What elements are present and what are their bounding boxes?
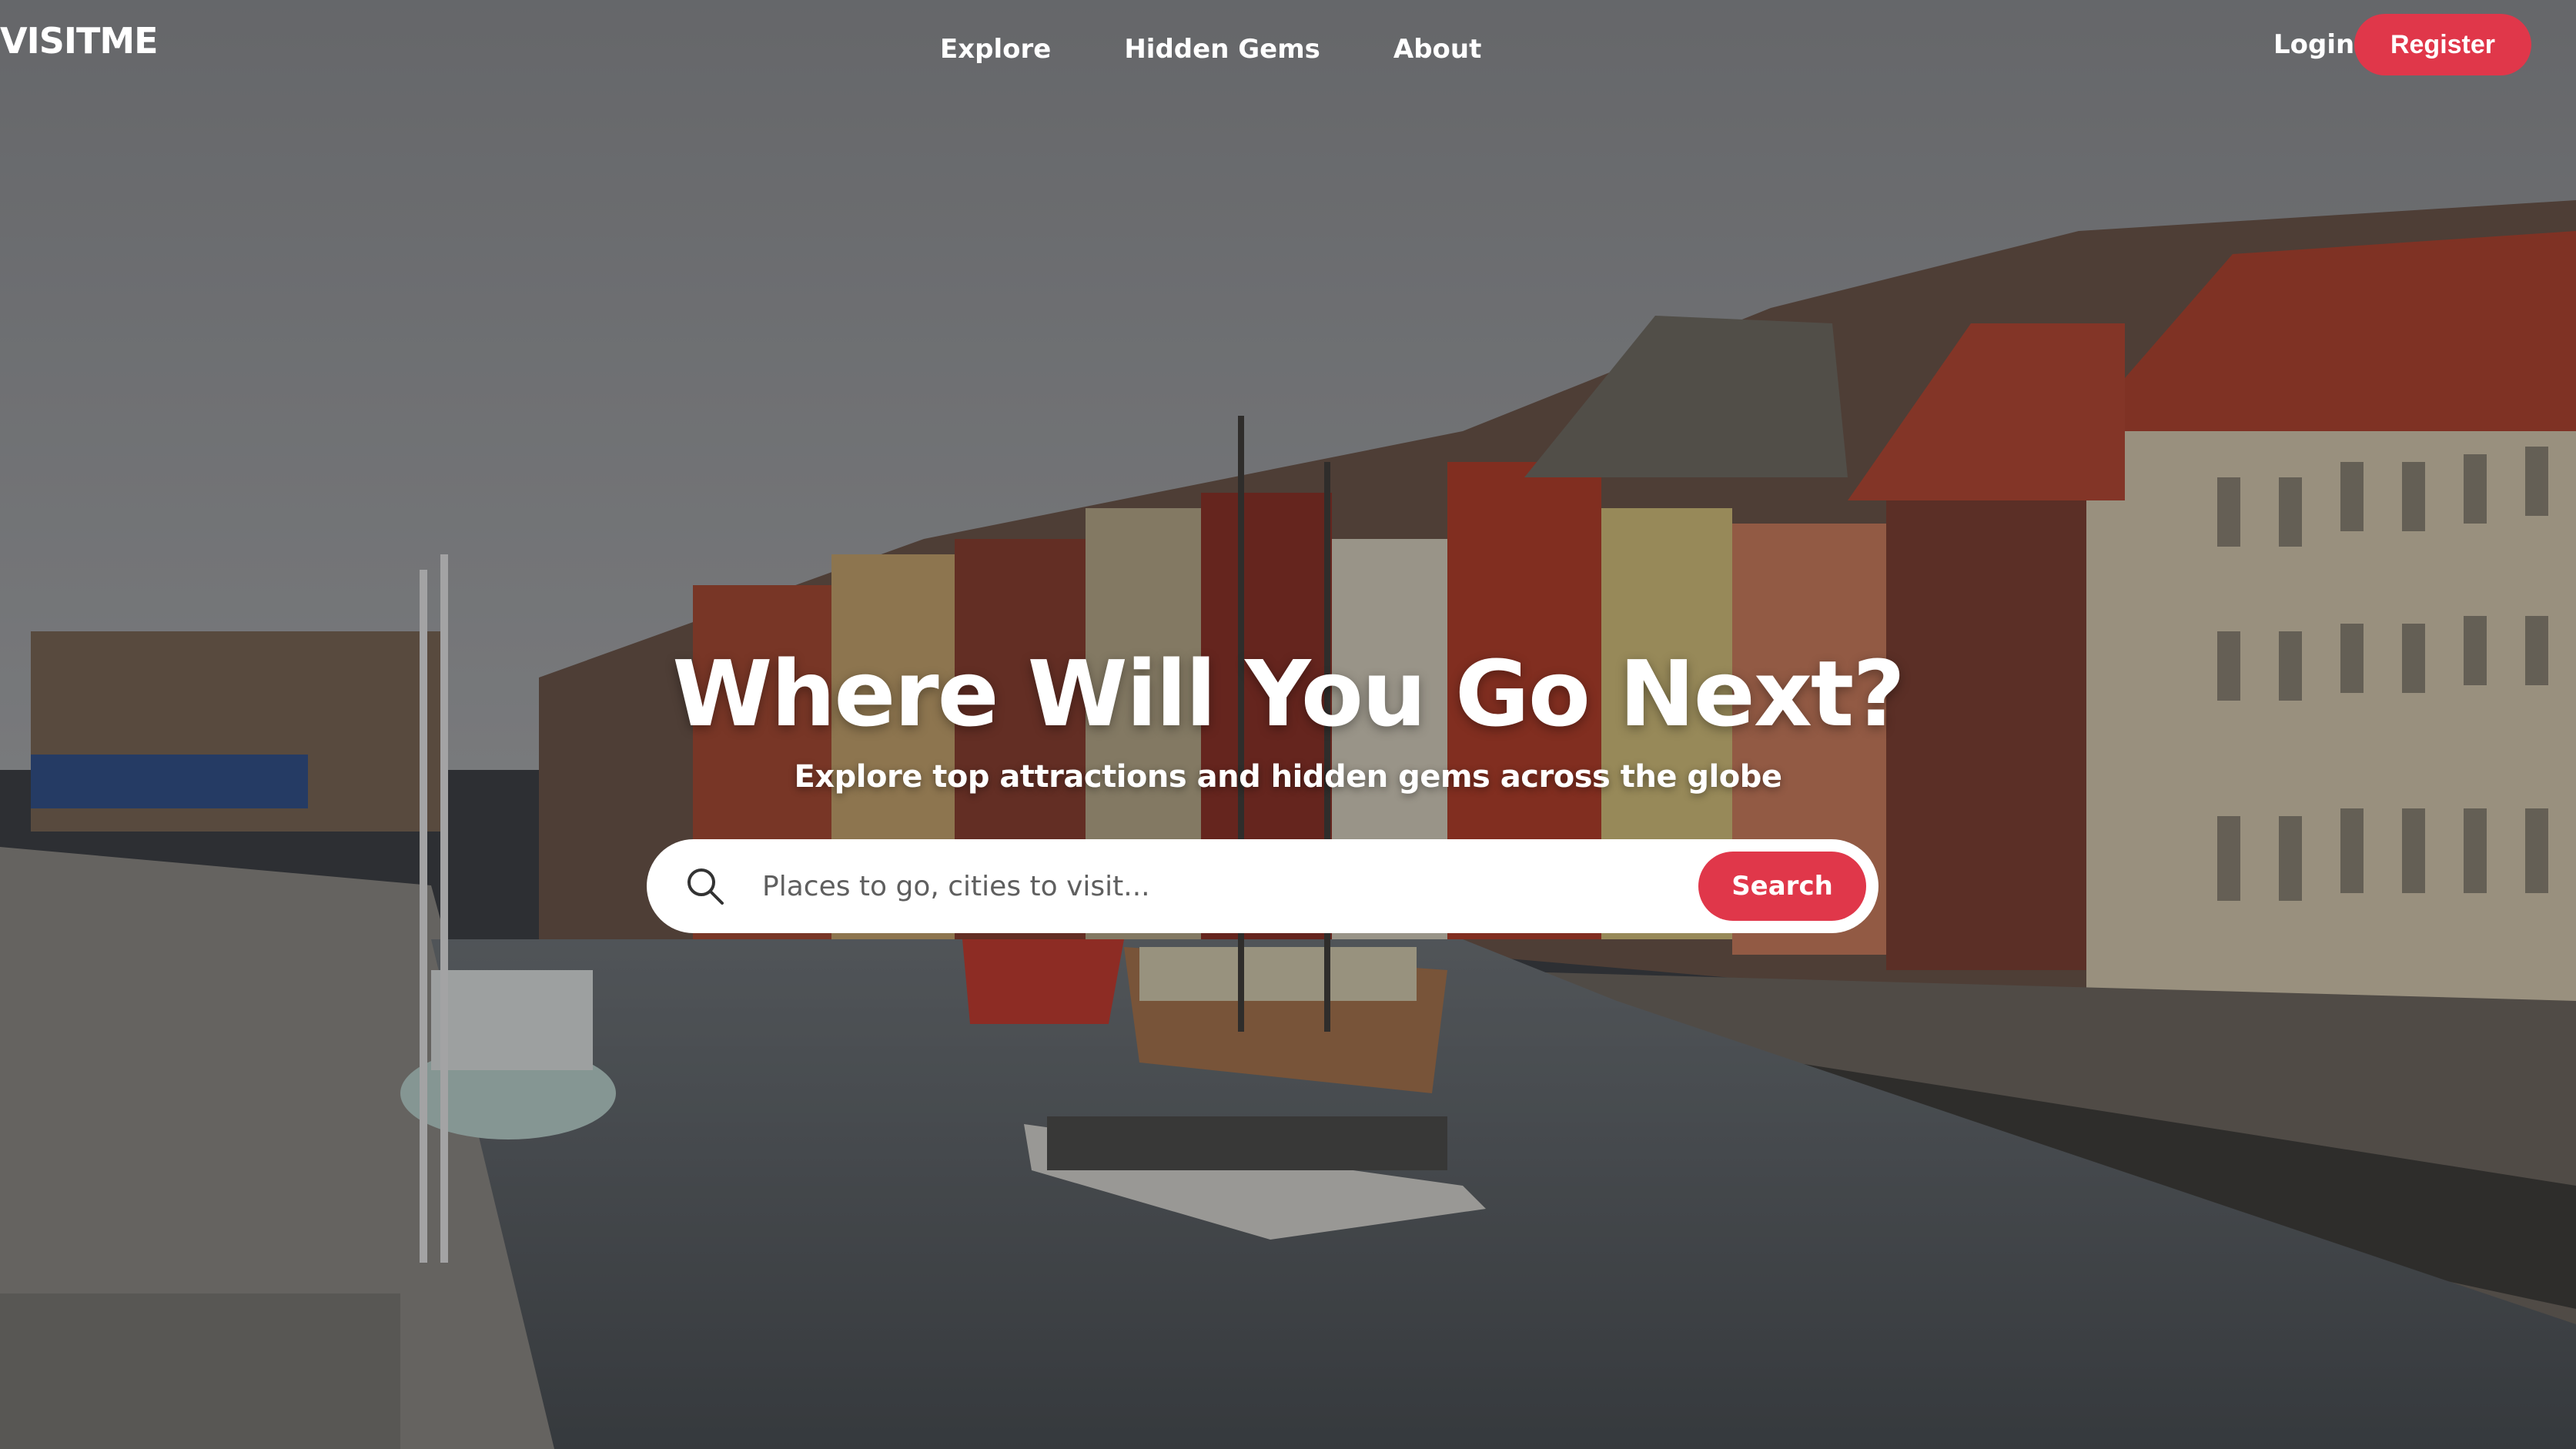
hero-title: Where Will You Go Next? [672,641,1905,747]
search-button[interactable]: Search [1698,852,1866,921]
nav-link-about[interactable]: About [1393,34,1481,65]
nav-link-explore[interactable]: Explore [940,34,1051,65]
login-link[interactable]: Login [2273,29,2354,60]
nav-links: Explore Hidden Gems About [940,34,1481,65]
register-button[interactable]: Register [2354,14,2531,75]
search-bar: Search [647,839,1878,933]
search-input[interactable] [762,859,1532,913]
nav-link-hidden-gems[interactable]: Hidden Gems [1124,34,1320,65]
top-nav: VISITME Explore Hidden Gems About Login … [0,0,2576,92]
logo[interactable]: VISITME [0,20,159,62]
hero-subtitle: Explore top attractions and hidden gems … [794,759,1782,795]
search-icon [687,868,724,905]
